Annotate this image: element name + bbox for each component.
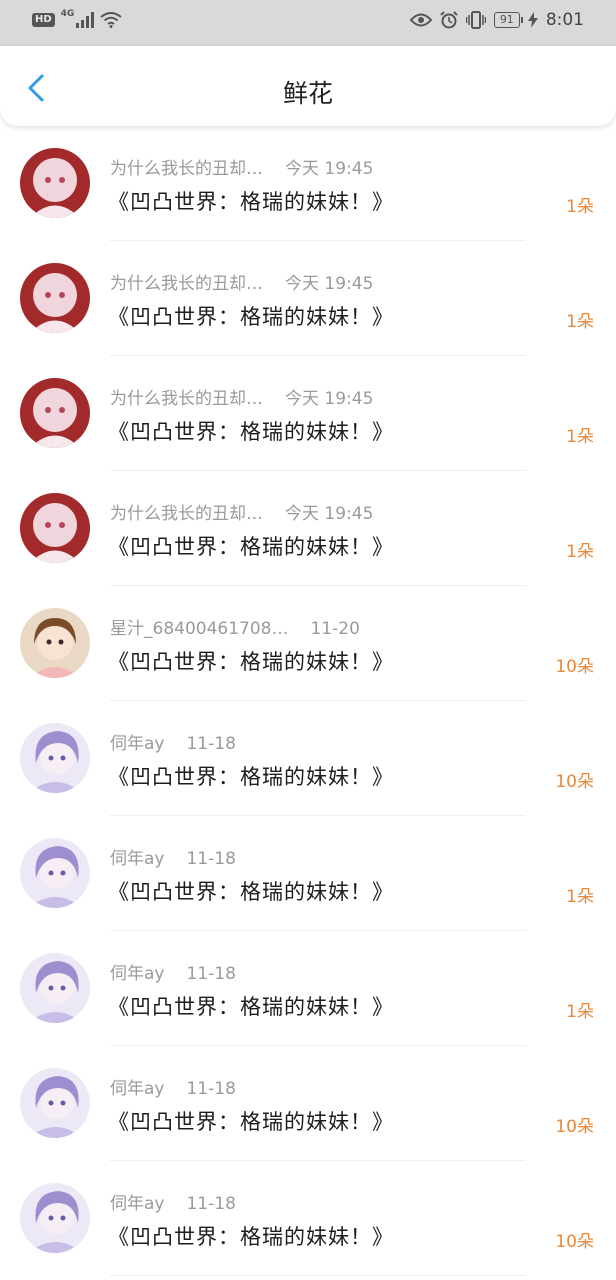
divider [110,1275,526,1276]
page-title: 鲜花 [282,79,333,108]
eye-icon [409,13,432,27]
flower-count: 1朵 [566,887,594,907]
vibrate-icon [465,11,486,29]
username: 伺年ay [110,849,165,869]
avatar[interactable] [20,953,90,1023]
list-item[interactable]: 伺年ay 11-18 《凹凸世界：格瑞的妹妹！》 1朵 [0,816,616,931]
wifi-icon [100,12,122,28]
timestamp: 11-18 [186,1194,236,1214]
avatar[interactable] [20,838,90,908]
signal-icon [76,12,95,28]
flower-count: 1朵 [566,1002,594,1022]
timestamp: 11-20 [310,619,360,639]
network-type: 4G [60,9,75,19]
timestamp: 11-18 [186,964,236,984]
timestamp: 今天 19:45 [285,159,374,179]
list-item[interactable]: 伺年ay 11-18 《凹凸世界：格瑞的妹妹！》 1朵 [0,931,616,1046]
username: 星汁_68400461708… [110,619,289,639]
book-title: 《凹凸世界：格瑞的妹妹！》 [108,190,394,214]
flower-count: 1朵 [566,427,594,447]
flower-count: 10朵 [555,657,594,677]
flower-list: 为什么我长的丑却… 今天 19:45 《凹凸世界：格瑞的妹妹！》 1朵 为什么我长… [0,126,616,1276]
username: 伺年ay [110,1194,165,1214]
alarm-icon [440,11,458,29]
item-meta: 伺年ay 11-18 [110,959,236,984]
book-title: 《凹凸世界：格瑞的妹妹！》 [108,1110,394,1134]
item-meta: 为什么我长的丑却… 今天 19:45 [110,269,373,294]
charging-icon [527,12,538,28]
clock: 8:01 [545,10,584,30]
flower-count: 1朵 [566,197,594,217]
item-meta: 为什么我长的丑却… 今天 19:45 [110,154,373,179]
list-item[interactable]: 伺年ay 11-18 《凹凸世界：格瑞的妹妹！》 10朵 [0,1161,616,1276]
flower-count: 10朵 [555,1232,594,1252]
book-title: 《凹凸世界：格瑞的妹妹！》 [108,995,394,1019]
book-title: 《凹凸世界：格瑞的妹妹！》 [108,420,394,444]
username: 为什么我长的丑却… [110,159,263,179]
username: 为什么我长的丑却… [110,389,263,409]
list-item[interactable]: 为什么我长的丑却… 今天 19:45 《凹凸世界：格瑞的妹妹！》 1朵 [0,356,616,471]
username: 伺年ay [110,964,165,984]
avatar[interactable] [20,378,90,448]
flower-count: 10朵 [555,1117,594,1137]
book-title: 《凹凸世界：格瑞的妹妹！》 [108,535,394,559]
list-item[interactable]: 伺年ay 11-18 《凹凸世界：格瑞的妹妹！》 10朵 [0,701,616,816]
timestamp: 今天 19:45 [285,504,374,524]
timestamp: 11-18 [186,1079,236,1099]
book-title: 《凹凸世界：格瑞的妹妹！》 [108,880,394,904]
avatar[interactable] [20,723,90,793]
item-meta: 伺年ay 11-18 [110,844,236,869]
flower-count: 10朵 [555,772,594,792]
avatar[interactable] [20,148,90,218]
list-item[interactable]: 星汁_68400461708… 11-20 《凹凸世界：格瑞的妹妹！》 10朵 [0,586,616,701]
list-item[interactable]: 为什么我长的丑却… 今天 19:45 《凹凸世界：格瑞的妹妹！》 1朵 [0,126,616,241]
username: 伺年ay [110,1079,165,1099]
item-meta: 为什么我长的丑却… 今天 19:45 [110,384,373,409]
timestamp: 今天 19:45 [285,389,374,409]
avatar[interactable] [20,1068,90,1138]
list-item[interactable]: 为什么我长的丑却… 今天 19:45 《凹凸世界：格瑞的妹妹！》 1朵 [0,241,616,356]
flower-count: 1朵 [566,312,594,332]
list-item[interactable]: 为什么我长的丑却… 今天 19:45 《凹凸世界：格瑞的妹妹！》 1朵 [0,471,616,586]
book-title: 《凹凸世界：格瑞的妹妹！》 [108,1225,394,1249]
hd-badge: HD [32,13,55,27]
item-meta: 为什么我长的丑却… 今天 19:45 [110,499,373,524]
book-title: 《凹凸世界：格瑞的妹妹！》 [108,765,394,789]
status-bar: HD 4G 91 8:01 [0,0,616,46]
list-item[interactable]: 伺年ay 11-18 《凹凸世界：格瑞的妹妹！》 10朵 [0,1046,616,1161]
username: 伺年ay [110,734,165,754]
item-meta: 星汁_68400461708… 11-20 [110,614,360,639]
book-title: 《凹凸世界：格瑞的妹妹！》 [108,650,394,674]
item-meta: 伺年ay 11-18 [110,729,236,754]
avatar[interactable] [20,493,90,563]
username: 为什么我长的丑却… [110,274,263,294]
status-right: 91 8:01 [409,10,584,30]
avatar[interactable] [20,608,90,678]
avatar[interactable] [20,263,90,333]
username: 为什么我长的丑却… [110,504,263,524]
timestamp: 今天 19:45 [285,274,374,294]
flower-count: 1朵 [566,542,594,562]
book-title: 《凹凸世界：格瑞的妹妹！》 [108,305,394,329]
battery-icon: 91 [493,12,523,28]
timestamp: 11-18 [186,734,236,754]
item-meta: 伺年ay 11-18 [110,1074,236,1099]
avatar[interactable] [20,1183,90,1253]
timestamp: 11-18 [186,849,236,869]
app-header: 鲜花 [0,46,616,126]
item-meta: 伺年ay 11-18 [110,1189,236,1214]
status-left: HD 4G [32,9,122,28]
